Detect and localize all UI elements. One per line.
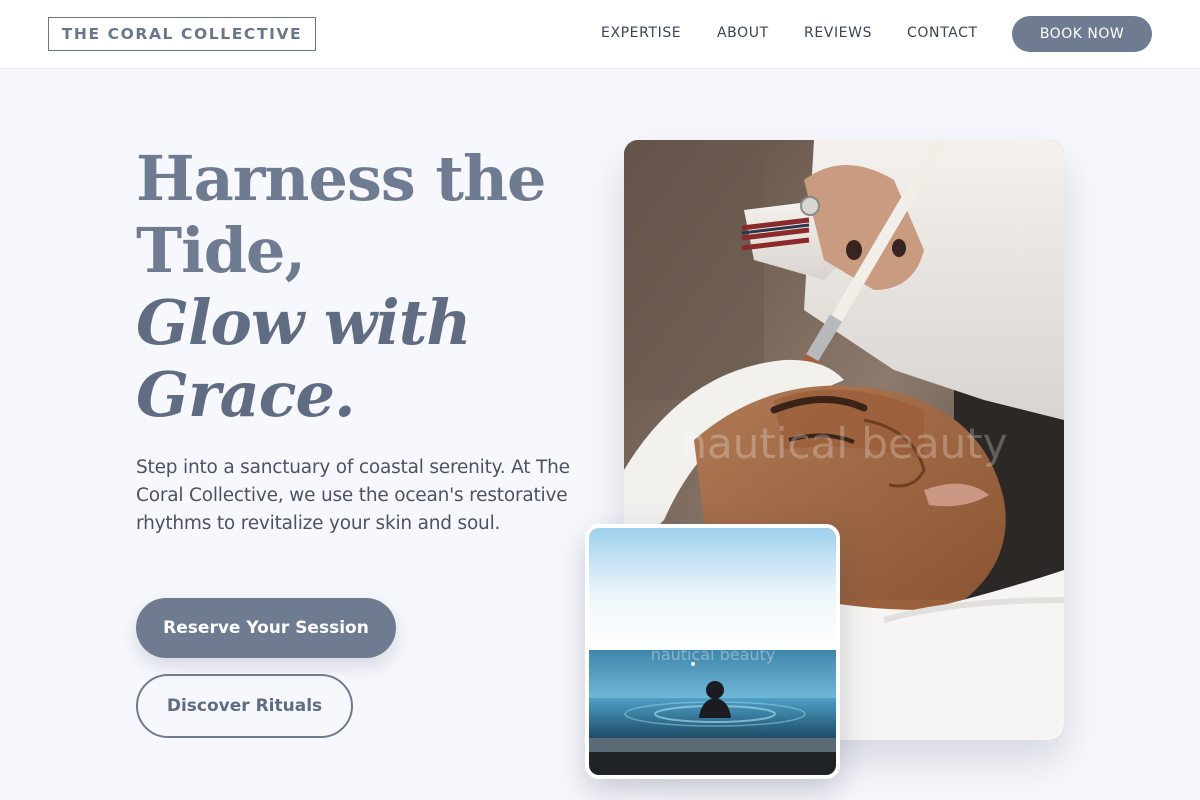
- nav-link-reviews[interactable]: REVIEWS: [804, 25, 872, 41]
- headline-line-2: Tide,: [136, 214, 306, 287]
- hero-headline: Harness the Tide, Glow with Grace.: [136, 143, 606, 431]
- book-now-button[interactable]: BOOK NOW: [1012, 16, 1152, 52]
- reserve-session-button[interactable]: Reserve Your Session: [136, 598, 396, 658]
- headline-line-4: Grace.: [136, 358, 356, 431]
- small-photo-watermark: nautical beauty: [651, 645, 776, 664]
- ocean-pool-photo: nautical beauty: [585, 524, 840, 779]
- site-header: THE CORAL COLLECTIVE EXPERTISE ABOUT REV…: [0, 0, 1200, 69]
- brand-logo[interactable]: THE CORAL COLLECTIVE: [48, 17, 316, 51]
- headline-line-3: Glow with: [136, 286, 471, 359]
- nav-link-contact[interactable]: CONTACT: [907, 25, 978, 41]
- nav-link-about[interactable]: ABOUT: [717, 25, 769, 41]
- discover-rituals-button[interactable]: Discover Rituals: [136, 674, 353, 738]
- headline-line-1: Harness the: [136, 142, 547, 215]
- hero-intro: Step into a sanctuary of coastal serenit…: [136, 457, 570, 534]
- nav-link-expertise[interactable]: EXPERTISE: [601, 25, 681, 41]
- main-photo-watermark: nautical beauty: [680, 419, 1007, 468]
